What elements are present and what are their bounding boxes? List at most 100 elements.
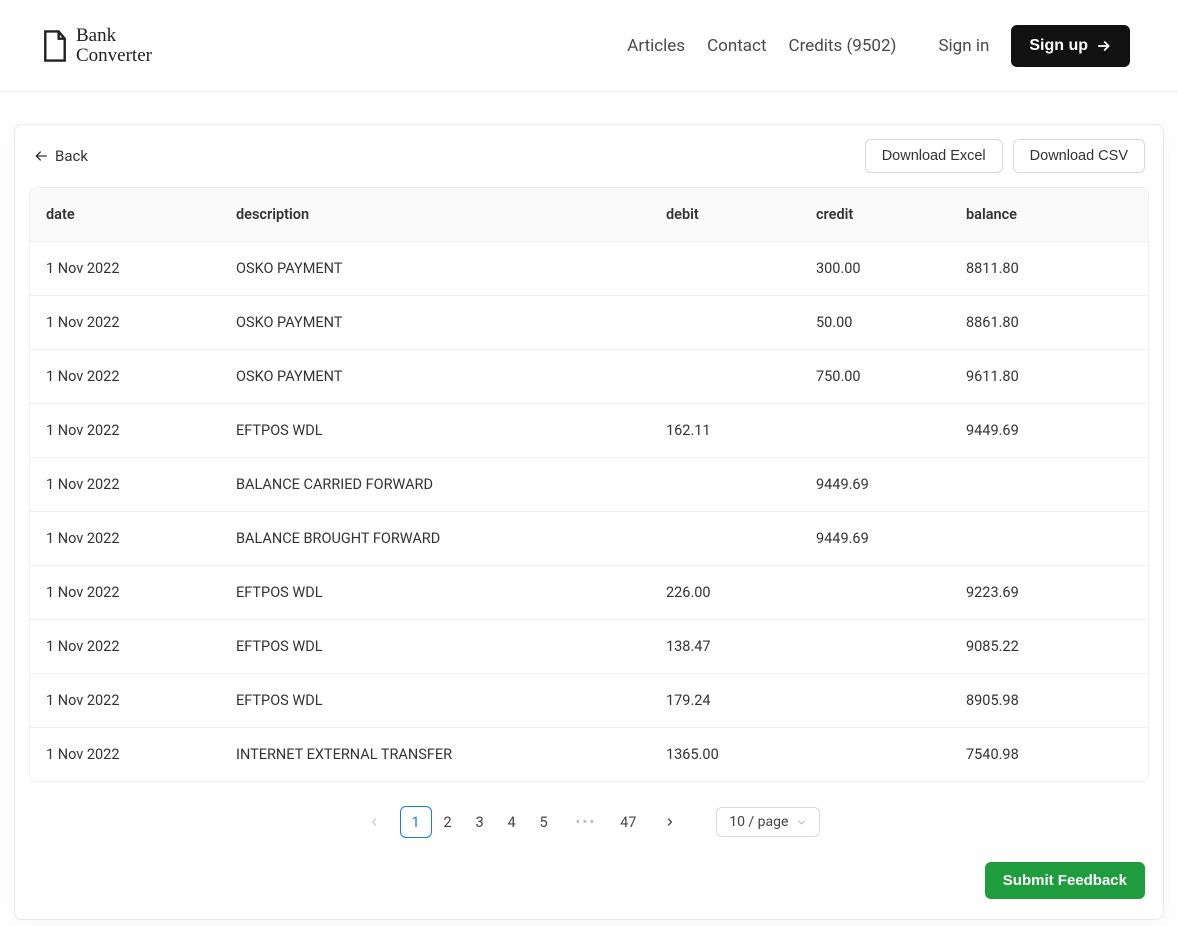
col-date[interactable]: date — [30, 188, 220, 242]
cell-description: EFTPOS WDL — [220, 674, 650, 728]
cell-credit — [800, 674, 950, 728]
table-row: 1 Nov 2022BALANCE CARRIED FORWARD 9449.69 — [30, 458, 1148, 512]
cell-balance: 9085.22 — [950, 620, 1148, 674]
cell-debit — [650, 512, 800, 566]
page-size-label: 10 / page — [729, 814, 788, 830]
cell-balance: 8905.98 — [950, 674, 1148, 728]
cell-credit — [800, 566, 950, 620]
signup-button[interactable]: Sign up — [1011, 25, 1130, 67]
back-button[interactable]: Back — [33, 147, 88, 165]
col-description[interactable]: description — [220, 188, 650, 242]
cell-debit: 226.00 — [650, 566, 800, 620]
cell-date: 1 Nov 2022 — [30, 404, 220, 458]
cell-credit: 300.00 — [800, 242, 950, 296]
table-row: 1 Nov 2022EFTPOS WDL179.248905.98 — [30, 674, 1148, 728]
page-ellipsis[interactable]: ••• — [570, 806, 603, 838]
page-size-select[interactable]: 10 / page — [716, 807, 820, 837]
cell-date: 1 Nov 2022 — [30, 512, 220, 566]
cell-date: 1 Nov 2022 — [30, 296, 220, 350]
cell-debit: 162.11 — [650, 404, 800, 458]
cell-credit — [800, 620, 950, 674]
chevron-down-icon — [796, 817, 807, 828]
table-row: 1 Nov 2022EFTPOS WDL226.009223.69 — [30, 566, 1148, 620]
pagination: 12345 ••• 47 10 / page — [15, 782, 1163, 848]
card-top: Back Download Excel Download CSV — [15, 125, 1163, 187]
transactions-table: date description debit credit balance 1 … — [29, 187, 1149, 782]
table-row: 1 Nov 2022OSKO PAYMENT 50.008861.80 — [30, 296, 1148, 350]
nav-credits[interactable]: Credits (9502) — [789, 36, 897, 56]
page-4[interactable]: 4 — [496, 806, 528, 838]
page-5[interactable]: 5 — [528, 806, 560, 838]
chevron-right-icon — [664, 816, 676, 828]
submit-feedback-button[interactable]: Submit Feedback — [985, 862, 1145, 899]
chevron-left-icon — [368, 816, 380, 828]
arrow-right-icon — [1096, 38, 1112, 54]
cell-credit: 750.00 — [800, 350, 950, 404]
brand-line2: Converter — [76, 46, 152, 66]
cell-credit: 50.00 — [800, 296, 950, 350]
cell-description: EFTPOS WDL — [220, 620, 650, 674]
cell-description: OSKO PAYMENT — [220, 350, 650, 404]
cell-description: BALANCE BROUGHT FORWARD — [220, 512, 650, 566]
cell-debit: 138.47 — [650, 620, 800, 674]
cell-balance — [950, 458, 1148, 512]
cell-date: 1 Nov 2022 — [30, 566, 220, 620]
nav-contact[interactable]: Contact — [707, 36, 766, 56]
page-3[interactable]: 3 — [464, 806, 496, 838]
cell-balance: 9611.80 — [950, 350, 1148, 404]
col-credit[interactable]: credit — [800, 188, 950, 242]
col-balance[interactable]: balance — [950, 188, 1148, 242]
page-next[interactable] — [654, 806, 686, 838]
cell-balance — [950, 512, 1148, 566]
table-row: 1 Nov 2022BALANCE BROUGHT FORWARD 9449.69 — [30, 512, 1148, 566]
cell-balance: 7540.98 — [950, 728, 1148, 781]
cell-balance: 8811.80 — [950, 242, 1148, 296]
download-csv-button[interactable]: Download CSV — [1013, 139, 1145, 173]
table-header-row: date description debit credit balance — [30, 188, 1148, 242]
cell-debit: 179.24 — [650, 674, 800, 728]
back-label: Back — [55, 147, 88, 165]
brand-name: Bank Converter — [76, 26, 152, 66]
cell-description: EFTPOS WDL — [220, 566, 650, 620]
results-card: Back Download Excel Download CSV date de… — [14, 124, 1164, 920]
cell-balance: 9449.69 — [950, 404, 1148, 458]
cell-credit: 9449.69 — [800, 458, 950, 512]
feedback-row: Submit Feedback — [15, 848, 1163, 919]
cell-debit: 1365.00 — [650, 728, 800, 781]
page-last[interactable]: 47 — [612, 806, 644, 838]
cell-description: OSKO PAYMENT — [220, 296, 650, 350]
site-header: Bank Converter Articles Contact Credits … — [0, 0, 1178, 92]
table-row: 1 Nov 2022OSKO PAYMENT 750.009611.80 — [30, 350, 1148, 404]
cell-date: 1 Nov 2022 — [30, 458, 220, 512]
cell-date: 1 Nov 2022 — [30, 728, 220, 781]
table-row: 1 Nov 2022OSKO PAYMENT300.008811.80 — [30, 242, 1148, 296]
cell-debit — [650, 242, 800, 296]
cell-debit — [650, 458, 800, 512]
primary-nav: Articles Contact Credits (9502) Sign in … — [627, 25, 1130, 67]
table-wrap: date description debit credit balance 1 … — [15, 187, 1163, 782]
page-1[interactable]: 1 — [400, 806, 432, 838]
cell-balance: 8861.80 — [950, 296, 1148, 350]
cell-credit: 9449.69 — [800, 512, 950, 566]
nav-articles[interactable]: Articles — [627, 36, 685, 56]
cell-description: EFTPOS WDL — [220, 404, 650, 458]
cell-credit — [800, 404, 950, 458]
cell-date: 1 Nov 2022 — [30, 242, 220, 296]
download-excel-button[interactable]: Download Excel — [865, 139, 1003, 173]
arrow-left-icon — [33, 148, 49, 164]
table-row: 1 Nov 2022INTERNET EXTERNAL TRANSFER1365… — [30, 728, 1148, 781]
top-actions: Download Excel Download CSV — [865, 139, 1145, 173]
cell-description: INTERNET EXTERNAL TRANSFER — [220, 728, 650, 781]
nav-signin[interactable]: Sign in — [938, 36, 989, 56]
cell-debit — [650, 350, 800, 404]
brand-logo[interactable]: Bank Converter — [40, 26, 152, 66]
col-debit[interactable]: debit — [650, 188, 800, 242]
cell-date: 1 Nov 2022 — [30, 620, 220, 674]
brand-line1: Bank — [76, 26, 152, 46]
cell-date: 1 Nov 2022 — [30, 350, 220, 404]
page-2[interactable]: 2 — [432, 806, 464, 838]
page-prev[interactable] — [358, 806, 390, 838]
signup-label: Sign up — [1029, 37, 1088, 55]
document-icon — [40, 29, 70, 63]
cell-description: BALANCE CARRIED FORWARD — [220, 458, 650, 512]
